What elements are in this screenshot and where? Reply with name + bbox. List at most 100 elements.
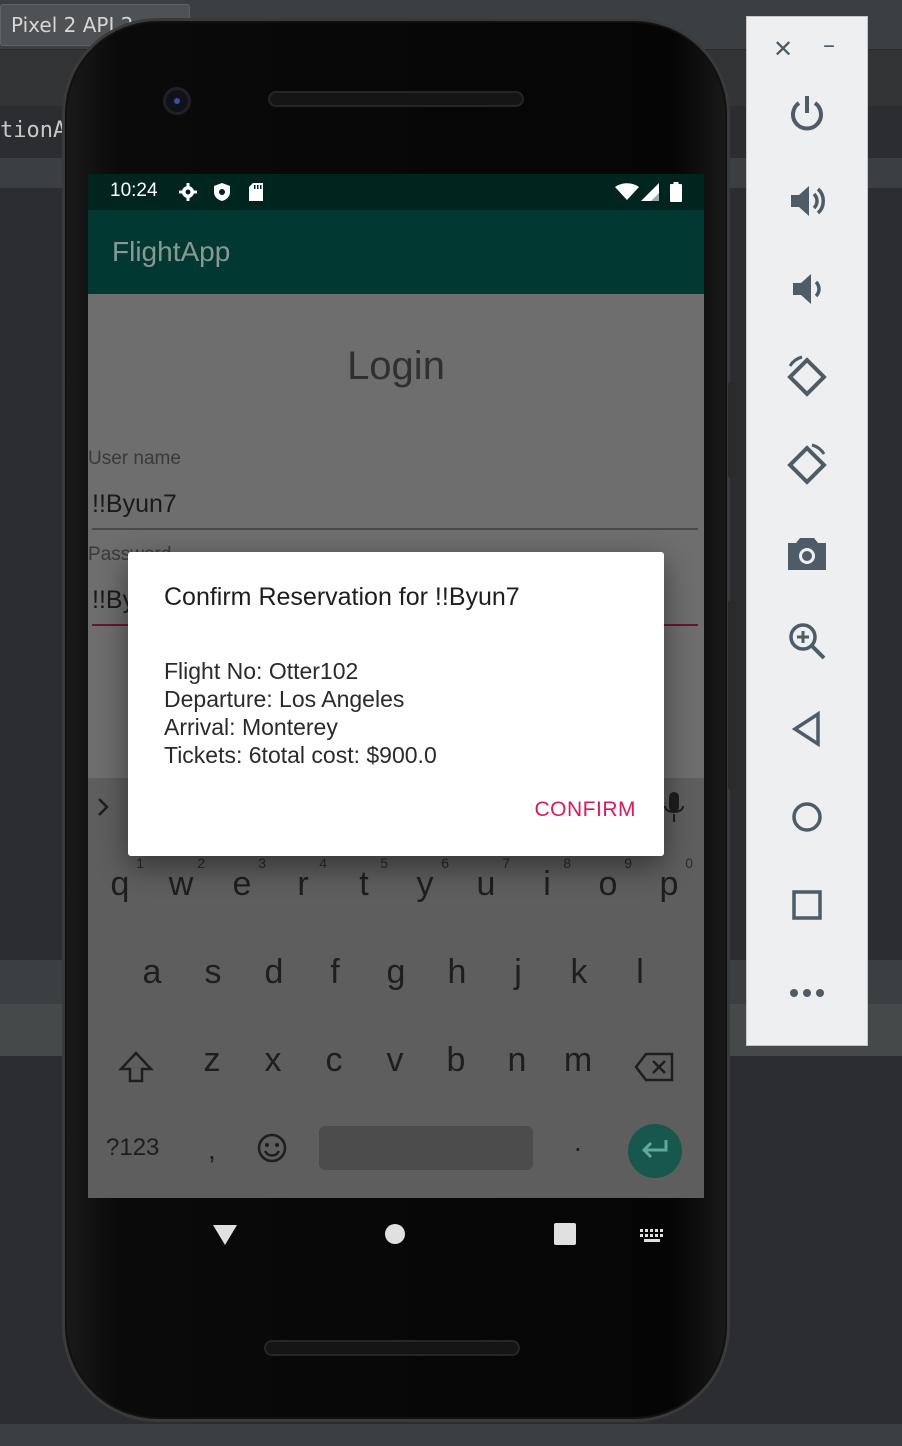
key-w[interactable]: w2 [155,854,207,914]
volume-up-icon[interactable] [777,171,837,231]
key-h[interactable]: h [431,942,483,1002]
key-j[interactable]: j [492,942,544,1002]
key-q[interactable]: q1 [94,854,146,914]
battery-icon [666,182,686,202]
shift-key-icon[interactable] [118,1050,154,1088]
key-p[interactable]: p0 [643,854,695,914]
period-key[interactable]: . [574,1126,582,1158]
key-i[interactable]: i8 [521,854,573,914]
emoji-key-icon[interactable] [256,1132,288,1168]
navigation-bar [88,1198,704,1270]
key-number-hint: 3 [258,855,266,871]
key-label: y [416,865,434,903]
power-icon[interactable] [777,83,837,143]
back-icon[interactable] [777,699,837,759]
confirm-reservation-dialog: Confirm Reservation for !!Byun7 Flight N… [128,552,664,856]
dialog-arrival-line: Arrival: Monterey [164,714,338,740]
home-icon[interactable] [777,787,837,847]
key-number-hint: 2 [197,855,205,871]
ide-code-fragment: tionA [0,118,67,143]
key-z[interactable]: z [186,1030,238,1090]
microphone-icon[interactable] [664,792,684,828]
rotate-right-icon[interactable] [777,435,837,495]
username-field[interactable]: !!Byun7 [92,490,698,530]
dialog-title: Confirm Reservation for !!Byun7 [164,583,520,611]
nav-home-icon[interactable] [384,1223,406,1249]
key-label: w [168,865,194,903]
key-o[interactable]: o9 [582,854,634,914]
key-label: e [232,865,252,903]
key-f[interactable]: f [309,942,361,1002]
key-a[interactable]: a [126,942,178,1002]
login-heading: Login [347,344,445,388]
nav-back-icon[interactable] [212,1224,238,1250]
front-camera [163,87,191,115]
wifi-icon [614,182,640,202]
comma-key[interactable]: , [208,1134,216,1166]
app-title: FlightApp [112,236,231,267]
key-number-hint: 1 [136,855,144,871]
key-s[interactable]: s [187,942,239,1002]
overview-icon[interactable] [777,875,837,935]
minimize-icon[interactable]: – [823,31,835,59]
key-r[interactable]: r4 [277,854,329,914]
space-key[interactable] [319,1126,533,1170]
key-number-hint: 8 [563,855,571,871]
key-number-hint: 0 [685,855,693,871]
key-t[interactable]: t5 [338,854,390,914]
chevron-right-icon[interactable] [96,796,110,822]
dialog-flight-line: Flight No: Otter102 [164,658,359,684]
shield-icon [212,182,232,202]
nav-overview-icon[interactable] [554,1223,576,1249]
key-number-hint: 6 [441,855,449,871]
volume-down-icon[interactable] [777,259,837,319]
key-number-hint: 4 [319,855,327,871]
key-n[interactable]: n [491,1030,543,1090]
status-time: 10:24 [110,180,158,201]
key-u[interactable]: u7 [460,854,512,914]
keyboard-toggle-icon[interactable] [640,1228,664,1247]
key-c[interactable]: c [308,1030,360,1090]
key-label: u [476,865,496,903]
key-e[interactable]: e3 [216,854,268,914]
more-icon[interactable] [777,963,837,1023]
username-value: !!Byun7 [92,490,177,518]
key-b[interactable]: b [430,1030,482,1090]
close-icon[interactable]: ✕ [773,35,793,63]
key-label: q [110,865,130,903]
rotate-left-icon[interactable] [777,347,837,407]
username-label: User name [88,448,181,469]
cell-signal-icon [640,182,660,202]
zoom-icon[interactable] [777,611,837,671]
key-number-hint: 7 [502,855,510,871]
top-speaker [268,91,524,107]
enter-key[interactable] [628,1124,682,1178]
key-m[interactable]: m [552,1030,604,1090]
key-number-hint: 5 [380,855,388,871]
confirm-button[interactable]: CONFIRM [526,798,636,832]
backspace-key-icon[interactable] [634,1052,674,1086]
key-y[interactable]: y6 [399,854,451,914]
key-label: t [359,865,369,903]
key-v[interactable]: v [369,1030,421,1090]
key-l[interactable]: l [614,942,666,1002]
phone-side-button [728,382,736,478]
enter-arrow-icon [640,1138,670,1164]
bottom-speaker [264,1340,520,1356]
status-bar: 10:24 [88,174,704,210]
key-k[interactable]: k [553,942,605,1002]
sd-card-icon [246,182,266,202]
dialog-departure-line: Departure: Los Angeles [164,686,405,712]
ide-status-strip [0,1424,902,1446]
emulator-control-panel: ✕ – [746,16,868,1046]
camera-icon[interactable] [777,523,837,583]
key-d[interactable]: d [248,942,300,1002]
symbols-key[interactable]: ?123 [106,1134,159,1162]
key-label: r [297,865,309,903]
key-g[interactable]: g [370,942,422,1002]
settings-icon [178,182,198,202]
key-label: i [543,865,551,903]
phone-side-button [728,600,736,790]
key-number-hint: 9 [624,855,632,871]
key-x[interactable]: x [247,1030,299,1090]
